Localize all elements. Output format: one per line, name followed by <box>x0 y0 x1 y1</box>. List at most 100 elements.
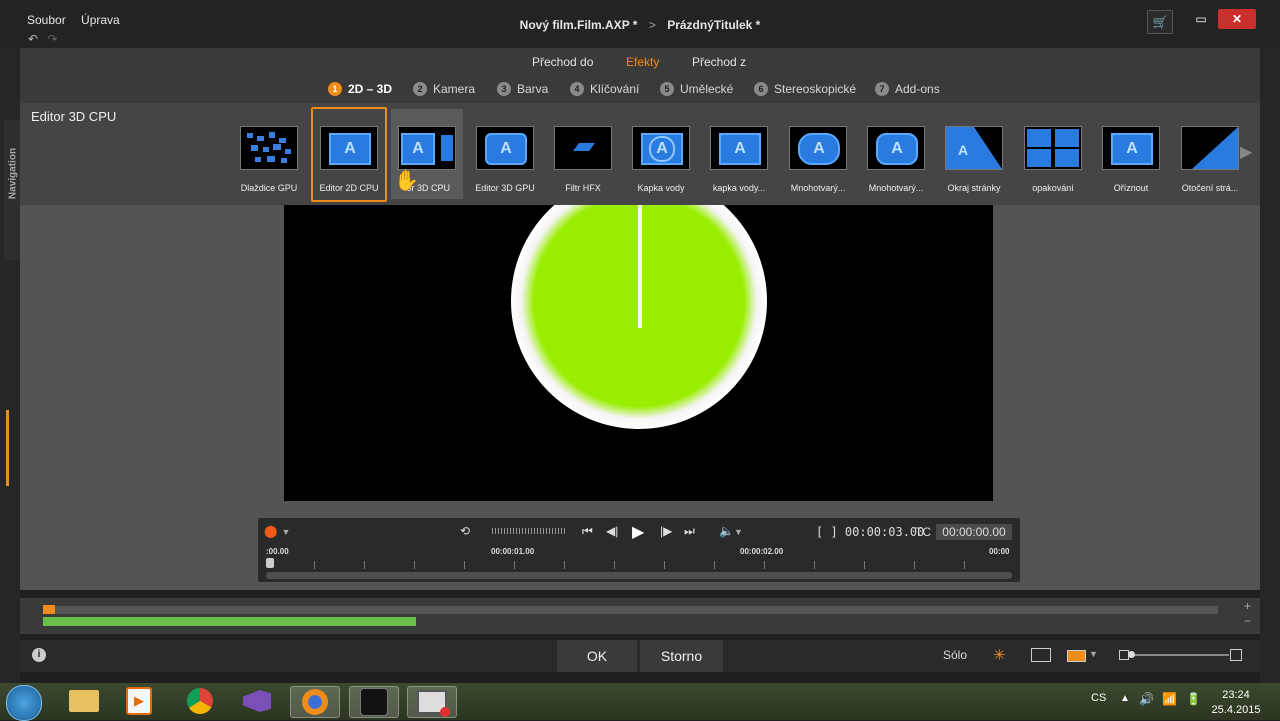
ok-button[interactable]: OK <box>557 640 637 672</box>
clock[interactable]: 23:24 25.4.2015 <box>1208 688 1264 718</box>
timeline-clip[interactable] <box>43 617 416 626</box>
fullscreen-icon[interactable] <box>1031 648 1051 662</box>
zoom-slider-handle[interactable] <box>1128 651 1135 658</box>
zoom-out-icon[interactable]: − <box>1244 614 1251 628</box>
duration-readout: [ ] 00:00:03.00 <box>816 525 925 539</box>
tab-klicovani[interactable]: 4 Klíčování <box>570 82 639 96</box>
item-title[interactable]: PrázdnýTitulek * <box>667 18 760 32</box>
play-icon[interactable]: ▶ <box>632 522 644 542</box>
target-icon[interactable]: ✳ <box>993 646 1006 664</box>
solo-label[interactable]: Sólo <box>943 648 967 662</box>
loop-icon[interactable]: ⟲ <box>460 524 470 538</box>
effect-editor-3d-gpu[interactable]: A Editor 3D GPU <box>469 109 541 199</box>
effect-okraj-stranky[interactable]: A Okraj stránky <box>938 109 1010 199</box>
effect-kapka-vody[interactable]: A Kapka vody <box>625 109 697 199</box>
redo-icon[interactable]: ↷ <box>47 32 57 46</box>
editor-title: Editor 3D CPU <box>31 109 117 124</box>
effect-label: Okraj stránky <box>947 183 1001 193</box>
visual-studio-icon[interactable] <box>233 686 281 716</box>
skip-to-start-icon[interactable]: ⏮ <box>582 524 593 539</box>
tab-prechod-do[interactable]: Přechod do <box>532 55 593 69</box>
undo-icon[interactable]: ↶ <box>28 32 38 46</box>
clock-date: 25.4.2015 <box>1211 704 1261 716</box>
editor-2d-icon: A <box>320 126 378 170</box>
zoom-in-icon[interactable]: + <box>1244 599 1251 613</box>
tab-2d-3d[interactable]: 1 2D – 3D <box>328 82 392 96</box>
scroll-right-icon[interactable]: ▶ <box>1240 142 1252 162</box>
timeline-track[interactable] <box>43 606 1218 614</box>
tab-barva[interactable]: 3 Barva <box>497 82 548 96</box>
water-drop2-icon: A <box>710 126 768 170</box>
playhead[interactable] <box>266 558 274 568</box>
cancel-button[interactable]: Storno <box>640 640 723 672</box>
media-player-icon[interactable]: ▶ <box>115 686 163 716</box>
pinnacle-icon[interactable] <box>349 686 399 718</box>
tiles-icon <box>240 126 298 170</box>
volume-icon[interactable]: 🔈▼ <box>719 524 743 538</box>
start-button[interactable] <box>6 685 42 721</box>
firefox-icon[interactable] <box>290 686 340 718</box>
effect-label: Editor 3D GPU <box>475 183 535 193</box>
step-forward-icon[interactable]: |▶ <box>660 524 672 538</box>
tab-number: 1 <box>328 82 342 96</box>
tab-label: Stereoskopické <box>774 82 857 96</box>
letter-a-glyph: A <box>719 133 761 165</box>
chrome-icon[interactable] <box>176 686 224 716</box>
video-preview[interactable] <box>284 205 993 501</box>
hand-cursor-icon: ✋ <box>394 170 419 192</box>
jog-wheel[interactable] <box>492 528 566 534</box>
monitor-icon <box>417 690 450 717</box>
marker-icon[interactable]: ⬤ ▼ <box>264 524 290 538</box>
letter-a-glyph: A <box>641 133 683 165</box>
letter-a-glyph: A <box>876 133 918 165</box>
tab-stereoskopicke[interactable]: 6 Stereoskopické <box>754 82 856 96</box>
effect-oriznout[interactable]: A Oříznout <box>1095 109 1167 199</box>
speaker-icon[interactable]: 🔊 <box>1139 692 1154 706</box>
network-icon[interactable]: 📶 <box>1162 692 1177 706</box>
tab-kamera[interactable]: 2 Kamera <box>413 82 475 96</box>
mark-1-label: 00:00:01.00 <box>491 547 535 556</box>
time-ruler[interactable] <box>265 561 1013 569</box>
language-indicator[interactable]: CS <box>1091 692 1106 704</box>
effect-mnohotvary-2[interactable]: A Mnohotvarý... <box>860 109 932 199</box>
cart-icon[interactable]: 🛒 <box>1147 10 1173 34</box>
repeat-icon <box>1024 126 1082 170</box>
tab-efekty[interactable]: Efekty <box>626 55 659 69</box>
step-back-icon[interactable]: ◀| <box>606 524 618 538</box>
info-icon[interactable]: i <box>32 648 46 662</box>
tab-number: 2 <box>413 82 427 96</box>
effect-opakovani[interactable]: opakování <box>1017 109 1089 199</box>
close-button[interactable]: ✕ <box>1218 9 1256 29</box>
skip-to-end-icon[interactable]: ⏭ <box>684 524 695 539</box>
tray-expand-icon[interactable]: ▲ <box>1120 693 1130 704</box>
tab-umelecke[interactable]: 5 Umělecké <box>660 82 733 96</box>
chevron-down-icon[interactable]: ▼ <box>1089 649 1098 659</box>
tab-number: 7 <box>875 82 889 96</box>
timecode-field[interactable]: 00:00:00.00 <box>936 524 1012 540</box>
minimize-button[interactable]: ▭ <box>1186 9 1216 29</box>
tab-number: 4 <box>570 82 584 96</box>
explorer-icon[interactable] <box>60 686 108 716</box>
navigation-label: Navigation <box>7 147 19 200</box>
effect-kapka-vody-2[interactable]: A kapka vody... <box>703 109 775 199</box>
tab-number: 3 <box>497 82 511 96</box>
project-title[interactable]: Nový film.Film.AXP * <box>520 18 638 32</box>
polygon-icon: A <box>789 126 847 170</box>
effect-mnohotvary[interactable]: A Mnohotvarý... <box>782 109 854 199</box>
effect-dlazdice-gpu[interactable]: Dlaždice GPU <box>233 109 305 199</box>
effect-otoceni-stranky[interactable]: Otočení strá... <box>1174 109 1246 199</box>
effect-filtr-hfx[interactable]: Filtr HFX <box>547 109 619 199</box>
chevron-right-icon: > <box>648 18 656 32</box>
zoom-large-icon <box>1230 649 1242 661</box>
tab-prechod-z[interactable]: Přechod z <box>692 55 746 69</box>
timeline-marker[interactable] <box>43 605 55 614</box>
screen-recorder-icon[interactable] <box>407 686 457 718</box>
zoom-slider[interactable] <box>1129 654 1229 656</box>
tab-add-ons[interactable]: 7 Add-ons <box>875 82 940 96</box>
tab-number: 5 <box>660 82 674 96</box>
color-swatch-icon[interactable] <box>1067 650 1086 662</box>
scrub-bar[interactable] <box>266 572 1012 579</box>
effect-editor-2d-cpu[interactable]: A Editor 2D CPU <box>311 107 387 202</box>
battery-icon[interactable]: 🔋 <box>1186 692 1201 706</box>
end-time-label: 00:00 <box>989 547 1010 556</box>
